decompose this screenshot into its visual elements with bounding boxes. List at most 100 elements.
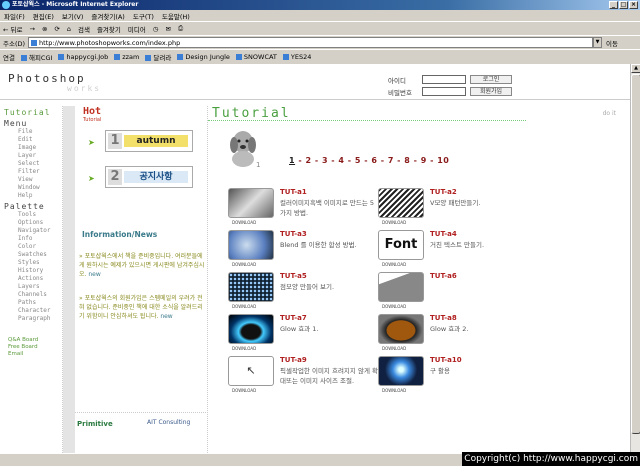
download-label[interactable]: DOWNLOAD xyxy=(382,388,406,393)
tutorial-title[interactable]: TUT-a4 xyxy=(430,230,457,238)
page-link-8[interactable]: 8 xyxy=(404,156,410,165)
download-label[interactable]: DOWNLOAD xyxy=(232,220,256,225)
scroll-up-icon[interactable]: ▲ xyxy=(631,64,640,73)
tutorial-title[interactable]: TUT-a8 xyxy=(430,314,457,322)
tutorial-title[interactable]: TUT-a5 xyxy=(280,272,307,280)
sidebar-item-paths[interactable]: Paths xyxy=(0,299,62,307)
download-label[interactable]: DOWNLOAD xyxy=(232,304,256,309)
tutorial-thumbnail[interactable] xyxy=(378,356,424,386)
sidebar-item-channels[interactable]: Channels xyxy=(0,291,62,299)
menu-edit[interactable]: 편집(E) xyxy=(33,11,54,21)
password-input[interactable] xyxy=(422,87,466,96)
join-button[interactable]: 회원가입 xyxy=(470,87,512,96)
page-link-10[interactable]: 10 xyxy=(437,156,449,165)
news-item[interactable]: » 포토샵웍스의 회원가입은 스펨메일의 우려가 전혀 없습니다. 준비중인 책… xyxy=(79,294,205,321)
tutorial-thumbnail[interactable] xyxy=(378,314,424,344)
sidebar-item-paragraph[interactable]: Paragraph xyxy=(0,315,62,323)
sidebar-item-view[interactable]: View xyxy=(0,176,62,184)
tutorial-item-a7[interactable]: DOWNLOAD TUT-a7 Glow 효과 1. xyxy=(216,314,356,356)
download-label[interactable]: DOWNLOAD xyxy=(382,262,406,267)
sidebar-item-help[interactable]: Help xyxy=(0,192,62,200)
sidebar-item-character[interactable]: Character xyxy=(0,307,62,315)
page-link-2[interactable]: 2 xyxy=(305,156,311,165)
close-button[interactable]: × xyxy=(629,1,638,9)
link-happycgi[interactable]: 해피CGI xyxy=(21,52,52,62)
refresh-icon[interactable]: ⟳ xyxy=(54,25,59,33)
menu-file[interactable]: 파일(F) xyxy=(4,11,25,21)
link-happycgi-job[interactable]: happycgi.Job xyxy=(58,53,108,61)
stop-icon[interactable]: ⊗ xyxy=(42,25,47,33)
link-zzam[interactable]: zzam xyxy=(114,53,139,61)
page-link-3[interactable]: 3 xyxy=(322,156,328,165)
sidebar-item-actions[interactable]: Actions xyxy=(0,275,62,283)
sidebar-tutorial[interactable]: Tutorial xyxy=(0,108,62,117)
go-button[interactable]: 이동 xyxy=(606,38,618,48)
page-link-7[interactable]: 7 xyxy=(388,156,394,165)
sidebar-item-layer[interactable]: Layer xyxy=(0,152,62,160)
download-label[interactable]: DOWNLOAD xyxy=(232,346,256,351)
download-label[interactable]: DOWNLOAD xyxy=(232,262,256,267)
page-link-4[interactable]: 4 xyxy=(338,156,344,165)
sidebar-link-free[interactable]: Free Board xyxy=(0,344,62,351)
tutorial-title[interactable]: TUT-a9 xyxy=(280,356,307,364)
sidebar-item-options[interactable]: Options xyxy=(0,219,62,227)
favorites-button[interactable]: 즐겨찾기 xyxy=(97,24,121,34)
partner-ait[interactable]: AIT Consulting xyxy=(147,419,203,426)
download-label[interactable]: DOWNLOAD xyxy=(382,346,406,351)
sidebar-item-info[interactable]: Info xyxy=(0,235,62,243)
menu-help[interactable]: 도움말(H) xyxy=(162,11,190,21)
sidebar-item-file[interactable]: File xyxy=(0,128,62,136)
menu-view[interactable]: 보기(V) xyxy=(62,11,83,21)
tutorial-item-a3[interactable]: DOWNLOAD TUT-a3 Blend 를 이용한 합성 방법. xyxy=(216,230,357,272)
tutorial-thumbnail[interactable] xyxy=(228,272,274,302)
download-label[interactable]: DOWNLOAD xyxy=(382,220,406,225)
sidebar-item-image[interactable]: Image xyxy=(0,144,62,152)
menu-favorites[interactable]: 즐겨찾기(A) xyxy=(91,11,124,21)
tutorial-thumbnail[interactable] xyxy=(228,230,274,260)
tutorial-title[interactable]: TUT-a6 xyxy=(430,272,457,280)
mail-icon[interactable]: ✉ xyxy=(166,25,171,33)
link-yes24[interactable]: YES24 xyxy=(283,53,311,61)
download-label[interactable]: DOWNLOAD xyxy=(232,388,256,393)
address-input[interactable]: http://www.photoshopworks.com/index.php xyxy=(28,37,594,48)
address-dropdown-icon[interactable]: ▼ xyxy=(593,37,603,48)
tutorial-title[interactable]: TUT-a2 xyxy=(430,188,457,196)
sidebar-item-filter[interactable]: Filter xyxy=(0,168,62,176)
page-link-9[interactable]: 9 xyxy=(421,156,427,165)
tutorial-title[interactable]: TUT-a7 xyxy=(280,314,307,322)
sidebar-item-history[interactable]: History xyxy=(0,267,62,275)
sidebar-link-email[interactable]: Email xyxy=(0,351,62,358)
history-icon[interactable]: ◷ xyxy=(153,25,159,33)
tutorial-item-a1[interactable]: DOWNLOAD TUT-a1 컬러이미지흑백 이미지로 만드는 5가지 방법. xyxy=(216,188,374,230)
page-link-5[interactable]: 5 xyxy=(355,156,361,165)
print-icon[interactable]: ⎙ xyxy=(178,24,183,33)
tutorial-thumbnail[interactable]: Font xyxy=(378,230,424,260)
sidebar-item-select[interactable]: Select xyxy=(0,160,62,168)
home-icon[interactable]: ⌂ xyxy=(67,25,71,33)
sidebar-item-color[interactable]: Color xyxy=(0,243,62,251)
link-snowcat[interactable]: SNOWCAT xyxy=(236,53,277,61)
tutorial-item-a4[interactable]: Font DOWNLOAD TUT-a4 거친 텍스트 만들기. xyxy=(366,230,506,272)
back-button[interactable]: ← 뒤로 xyxy=(3,24,22,34)
id-input[interactable] xyxy=(422,75,466,84)
tutorial-item-a5[interactable]: DOWNLOAD TUT-a5 점모양 만들어 보기. xyxy=(216,272,356,314)
tutorial-title[interactable]: TUT-a3 xyxy=(280,230,307,238)
banner-autumn[interactable]: 1 autumn xyxy=(105,130,193,152)
sidebar-link-qna[interactable]: Q&A Board xyxy=(0,337,62,344)
media-button[interactable]: 미디어 xyxy=(128,24,146,34)
tutorial-title[interactable]: TUT-a10 xyxy=(430,356,462,364)
tutorial-item-a10[interactable]: DOWNLOAD TUT-a10 구 활용 xyxy=(366,356,506,398)
banner-notice[interactable]: 2 공지사항 xyxy=(105,166,193,188)
partner-primitive[interactable]: Primitive xyxy=(77,420,113,428)
tutorial-title[interactable]: TUT-a1 xyxy=(280,188,307,196)
scroll-thumb[interactable] xyxy=(631,74,640,434)
login-button[interactable]: 로그인 xyxy=(470,75,512,84)
forward-button[interactable]: → xyxy=(29,25,34,33)
tutorial-thumbnail[interactable] xyxy=(378,188,424,218)
sidebar-item-swatches[interactable]: Swatches xyxy=(0,251,62,259)
sidebar-item-styles[interactable]: Styles xyxy=(0,259,62,267)
menu-tools[interactable]: 도구(T) xyxy=(133,11,154,21)
sidebar-item-edit[interactable]: Edit xyxy=(0,136,62,144)
link-design-jungle[interactable]: Design Jungle xyxy=(177,53,230,61)
tutorial-thumbnail[interactable] xyxy=(378,272,424,302)
